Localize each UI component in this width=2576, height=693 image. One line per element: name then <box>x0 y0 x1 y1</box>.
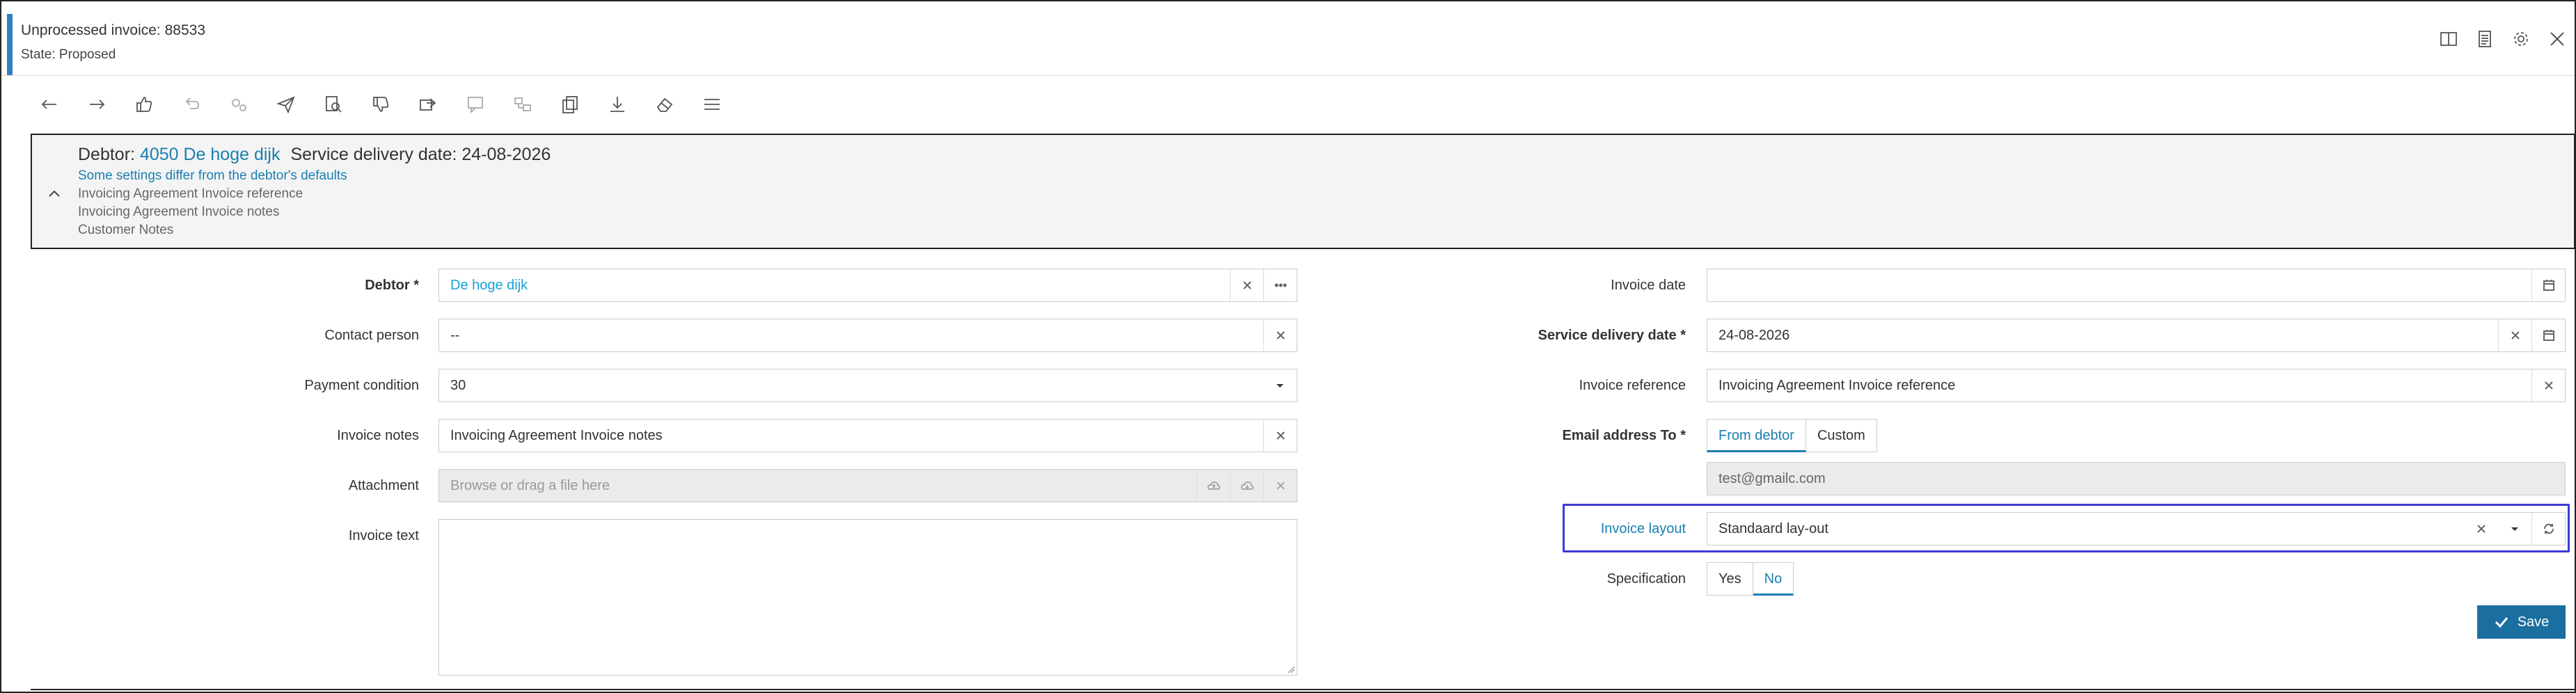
send-icon[interactable] <box>270 90 302 118</box>
email-option-from-debtor[interactable]: From debtor <box>1707 419 1806 452</box>
email-option-custom[interactable]: Custom <box>1805 419 1877 452</box>
clear-icon[interactable] <box>2465 513 2498 545</box>
email-source-toggle: From debtor Custom <box>1707 419 1877 452</box>
arrow-left-icon[interactable] <box>33 90 65 118</box>
action-toolbar <box>33 90 728 118</box>
clear-icon[interactable] <box>1263 319 1297 351</box>
invoice-notes-value: Invoicing Agreement Invoice notes <box>450 428 663 443</box>
invoice-layout-value: Standaard lay-out <box>1718 521 1828 536</box>
panel-bottom-border <box>31 689 2575 690</box>
specification-option-yes[interactable]: Yes <box>1707 562 1753 596</box>
copy-icon[interactable] <box>554 90 586 118</box>
invoice-state: State: Proposed <box>21 47 116 62</box>
attachment-placeholder: Browse or drag a file here <box>450 478 610 493</box>
save-label: Save <box>2517 614 2550 630</box>
comment-icon[interactable] <box>459 90 491 118</box>
clear-icon[interactable] <box>1263 420 1297 452</box>
clear-icon[interactable] <box>2498 319 2531 351</box>
title-accent-bar <box>7 14 13 75</box>
clear-icon[interactable] <box>2531 369 2565 401</box>
service-delivery-date-label: Service delivery date * <box>1538 328 1686 343</box>
debtor-value[interactable]: De hoge dijk <box>450 269 528 301</box>
chevron-down-icon[interactable] <box>2498 513 2531 545</box>
more-options-icon[interactable] <box>1263 269 1297 301</box>
chevron-down-icon[interactable] <box>1263 369 1297 401</box>
cloud-upload-icon[interactable] <box>1196 470 1230 502</box>
summary-service-date: Service delivery date: 24-08-2026 <box>290 145 551 164</box>
payment-condition-value: 30 <box>450 378 466 393</box>
split-icon[interactable] <box>507 90 539 118</box>
invoice-reference-label: Invoice reference <box>1579 378 1686 393</box>
calendar-icon[interactable] <box>2531 319 2565 351</box>
payment-condition-select[interactable]: 30 <box>438 369 1297 402</box>
summary-invoice-reference: Invoicing Agreement Invoice reference <box>78 186 303 201</box>
invoice-summary-panel: Debtor: 4050 De hoge dijk Service delive… <box>31 134 2575 249</box>
summary-customer-notes: Customer Notes <box>78 223 174 237</box>
eraser-icon[interactable] <box>649 90 681 118</box>
clear-icon[interactable] <box>1263 470 1297 502</box>
attachment-label: Attachment <box>348 478 419 493</box>
email-to-label: Email address To * <box>1562 428 1686 443</box>
invoice-reference-field[interactable]: Invoicing Agreement Invoice reference <box>1707 369 2566 402</box>
document-search-icon[interactable] <box>317 90 349 118</box>
specification-label: Specification <box>1606 571 1686 587</box>
email-address-field: test@gmailc.com <box>1707 462 2566 495</box>
menu-icon[interactable] <box>696 90 728 118</box>
clear-icon[interactable] <box>1230 269 1263 301</box>
contact-person-field[interactable]: -- <box>438 319 1297 352</box>
document-icon[interactable] <box>2474 28 2496 50</box>
download-icon[interactable] <box>601 90 633 118</box>
arrow-right-icon[interactable] <box>81 90 113 118</box>
undo-arrow-icon[interactable] <box>175 90 207 118</box>
title-divider <box>1 75 2575 76</box>
calendar-icon[interactable] <box>2531 269 2565 301</box>
contact-person-value: -- <box>450 328 460 343</box>
checkmark-icon <box>2495 617 2508 628</box>
split-view-icon[interactable] <box>2437 28 2460 50</box>
contact-person-label: Contact person <box>324 328 419 343</box>
gears-icon[interactable] <box>223 90 255 118</box>
save-button[interactable]: Save <box>2477 605 2566 639</box>
window-title: Unprocessed invoice: 88533 <box>21 22 206 38</box>
title-bar: Unprocessed invoice: 88533 State: Propos… <box>7 7 2568 75</box>
refresh-icon[interactable] <box>2531 513 2565 545</box>
payment-condition-label: Payment condition <box>304 378 419 393</box>
summary-debtor-label: Debtor: <box>78 145 135 164</box>
invoice-date-label: Invoice date <box>1611 278 1686 293</box>
cloud-download-icon[interactable] <box>1230 470 1263 502</box>
summary-debtor-link[interactable]: 4050 De hoge dijk <box>140 145 280 164</box>
invoice-text-area[interactable] <box>438 519 1297 676</box>
title-actions <box>2437 28 2568 50</box>
summary-invoice-notes: Invoicing Agreement Invoice notes <box>78 205 280 219</box>
invoice-text-label: Invoice text <box>348 528 419 543</box>
invoice-layout-label: Invoice layout <box>1600 521 1686 536</box>
attachment-field[interactable]: Browse or drag a file here <box>438 469 1297 502</box>
resize-handle-icon[interactable] <box>1287 665 1295 674</box>
debtor-field[interactable]: De hoge dijk <box>438 269 1297 302</box>
service-delivery-date-field[interactable]: 24-08-2026 <box>1707 319 2566 352</box>
settings-differ-link[interactable]: Some settings differ from the debtor's d… <box>78 168 347 184</box>
thumbs-down-icon[interactable] <box>365 90 397 118</box>
invoice-notes-field[interactable]: Invoicing Agreement Invoice notes <box>438 419 1297 452</box>
invoice-notes-label: Invoice notes <box>337 428 419 443</box>
close-icon[interactable] <box>2546 28 2568 50</box>
chevron-up-icon[interactable] <box>42 181 67 206</box>
invoice-window: Unprocessed invoice: 88533 State: Propos… <box>0 0 2576 693</box>
debtor-label: Debtor * <box>365 278 419 293</box>
email-address-value: test@gmailc.com <box>1718 471 1826 486</box>
invoice-date-field[interactable] <box>1707 269 2566 302</box>
thumbs-up-icon[interactable] <box>128 90 160 118</box>
invoice-layout-select[interactable]: Standaard lay-out <box>1707 512 2566 545</box>
service-delivery-date-value: 24-08-2026 <box>1718 328 1790 343</box>
specification-option-no[interactable]: No <box>1753 562 1794 596</box>
summary-debtor-line: Debtor: 4050 De hoge dijk Service delive… <box>78 145 551 165</box>
invoice-reference-value: Invoicing Agreement Invoice reference <box>1718 378 1956 393</box>
specification-toggle: Yes No <box>1707 562 1794 596</box>
gear-icon[interactable] <box>2510 28 2532 50</box>
forward-icon[interactable] <box>412 90 444 118</box>
